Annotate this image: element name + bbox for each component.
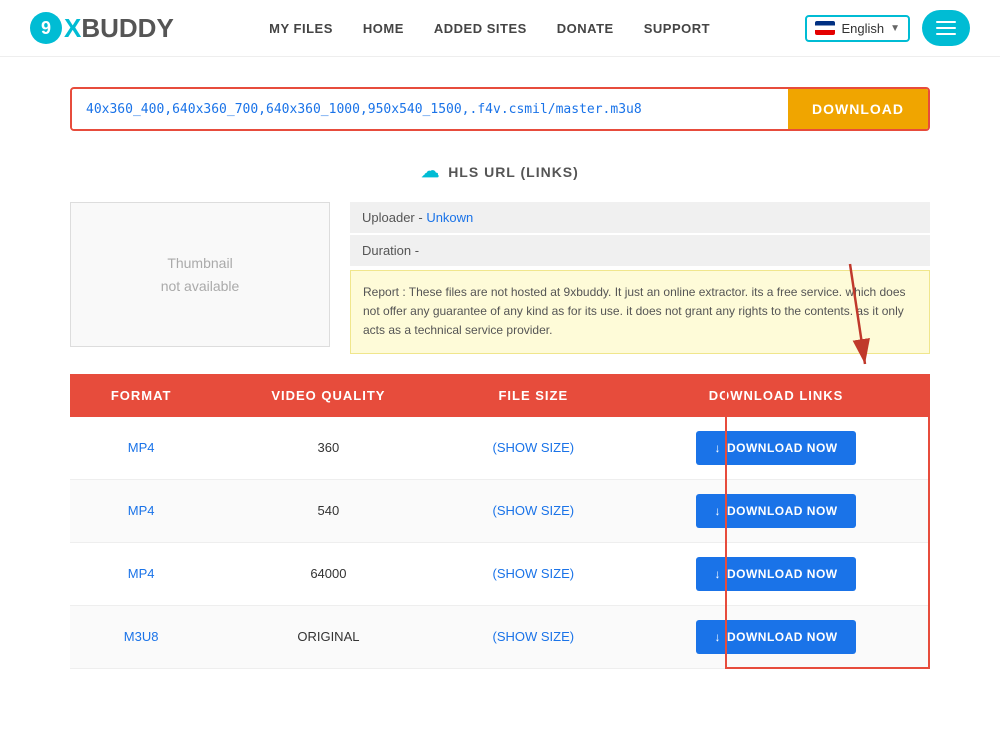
col-filesize: FILE SIZE: [445, 374, 623, 417]
table-body: MP4 360 (SHOW SIZE) ↓ DOWNLOAD NOW MP4 5…: [70, 417, 930, 669]
uploader-label: Uploader -: [362, 210, 426, 225]
info-section: Thumbnail not available Uploader - Unkow…: [70, 202, 930, 354]
cell-download: ↓ DOWNLOAD NOW: [622, 417, 930, 480]
chevron-down-icon: ▼: [890, 23, 900, 34]
menu-line-1: [936, 21, 956, 23]
col-download: DOWNLOAD LINKS: [622, 374, 930, 417]
main-content: DOWNLOAD ☁ HLS URL (LINKS) Thumbnail not…: [50, 57, 950, 699]
download-button[interactable]: DOWNLOAD: [788, 89, 928, 129]
download-arrow-icon: ↓: [714, 630, 721, 644]
cell-quality: 64000: [212, 542, 444, 605]
logo-nine: 9: [30, 12, 62, 44]
download-now-label: DOWNLOAD NOW: [727, 630, 838, 644]
table-row: MP4 64000 (SHOW SIZE) ↓ DOWNLOAD NOW: [70, 542, 930, 605]
duration-label: Duration -: [362, 243, 419, 258]
cell-download: ↓ DOWNLOAD NOW: [622, 479, 930, 542]
url-input[interactable]: [72, 90, 788, 129]
download-now-button[interactable]: ↓ DOWNLOAD NOW: [696, 620, 855, 654]
nav-support[interactable]: SUPPORT: [644, 21, 710, 36]
table-header: FORMAT VIDEO QUALITY FILE SIZE DOWNLOAD …: [70, 374, 930, 417]
download-now-label: DOWNLOAD NOW: [727, 504, 838, 518]
language-selector[interactable]: English ▼: [805, 15, 910, 42]
download-now-button[interactable]: ↓ DOWNLOAD NOW: [696, 557, 855, 591]
hls-title: ☁ HLS URL (LINKS): [70, 161, 930, 182]
nav-added-sites[interactable]: ADDED SITES: [434, 21, 527, 36]
nav-my-files[interactable]: MY FILES: [269, 21, 333, 36]
menu-line-2: [936, 27, 956, 29]
show-size-link[interactable]: (SHOW SIZE): [492, 503, 574, 518]
cell-format: MP4: [70, 479, 212, 542]
show-size-link[interactable]: (SHOW SIZE): [492, 440, 574, 455]
uploader-row: Uploader - Unkown: [350, 202, 930, 233]
cell-filesize: (SHOW SIZE): [445, 605, 623, 668]
header-right: English ▼: [805, 10, 970, 46]
hls-section: ☁ HLS URL (LINKS): [70, 161, 930, 182]
duration-row: Duration -: [350, 235, 930, 266]
uploader-value[interactable]: Unkown: [426, 210, 473, 225]
site-header: 9 X BUDDY MY FILES HOME ADDED SITES DONA…: [0, 0, 1000, 57]
cell-format: MP4: [70, 417, 212, 480]
meta-box: Uploader - Unkown Duration - Report : Th…: [350, 202, 930, 354]
cell-filesize: (SHOW SIZE): [445, 542, 623, 605]
cell-quality: ORIGINAL: [212, 605, 444, 668]
language-label: English: [841, 21, 884, 36]
site-logo[interactable]: 9 X BUDDY: [30, 12, 174, 44]
cloud-download-icon: ☁: [421, 161, 440, 182]
download-now-button[interactable]: ↓ DOWNLOAD NOW: [696, 431, 855, 465]
hamburger-menu-button[interactable]: [922, 10, 970, 46]
nav-donate[interactable]: DONATE: [557, 21, 614, 36]
show-size-link[interactable]: (SHOW SIZE): [492, 629, 574, 644]
table-header-row: FORMAT VIDEO QUALITY FILE SIZE DOWNLOAD …: [70, 374, 930, 417]
cell-format: M3U8: [70, 605, 212, 668]
table-row: MP4 360 (SHOW SIZE) ↓ DOWNLOAD NOW: [70, 417, 930, 480]
logo-buddy: BUDDY: [81, 13, 173, 44]
download-arrow-icon: ↓: [714, 567, 721, 581]
download-arrow-icon: ↓: [714, 441, 721, 455]
cell-filesize: (SHOW SIZE): [445, 417, 623, 480]
nav-home[interactable]: HOME: [363, 21, 404, 36]
download-table: FORMAT VIDEO QUALITY FILE SIZE DOWNLOAD …: [70, 374, 930, 669]
cell-quality: 540: [212, 479, 444, 542]
download-arrow-icon: ↓: [714, 504, 721, 518]
col-format: FORMAT: [70, 374, 212, 417]
flag-icon: [815, 21, 835, 35]
report-box: Report : These files are not hosted at 9…: [350, 270, 930, 354]
thumbnail-box: Thumbnail not available: [70, 202, 330, 347]
url-bar-container: DOWNLOAD: [70, 87, 930, 131]
download-now-label: DOWNLOAD NOW: [727, 567, 838, 581]
logo-x: X: [64, 13, 81, 44]
thumbnail-placeholder: Thumbnail not available: [161, 252, 240, 297]
col-quality: VIDEO QUALITY: [212, 374, 444, 417]
cell-download: ↓ DOWNLOAD NOW: [622, 605, 930, 668]
cell-download: ↓ DOWNLOAD NOW: [622, 542, 930, 605]
report-text: Report : These files are not hosted at 9…: [363, 285, 906, 337]
show-size-link[interactable]: (SHOW SIZE): [492, 566, 574, 581]
table-row: M3U8 ORIGINAL (SHOW SIZE) ↓ DOWNLOAD NOW: [70, 605, 930, 668]
main-nav: MY FILES HOME ADDED SITES DONATE SUPPORT: [269, 21, 710, 36]
table-row: MP4 540 (SHOW SIZE) ↓ DOWNLOAD NOW: [70, 479, 930, 542]
cell-format: MP4: [70, 542, 212, 605]
cell-filesize: (SHOW SIZE): [445, 479, 623, 542]
menu-line-3: [936, 33, 956, 35]
download-now-label: DOWNLOAD NOW: [727, 441, 838, 455]
cell-quality: 360: [212, 417, 444, 480]
download-now-button[interactable]: ↓ DOWNLOAD NOW: [696, 494, 855, 528]
download-table-section: FORMAT VIDEO QUALITY FILE SIZE DOWNLOAD …: [70, 374, 930, 669]
